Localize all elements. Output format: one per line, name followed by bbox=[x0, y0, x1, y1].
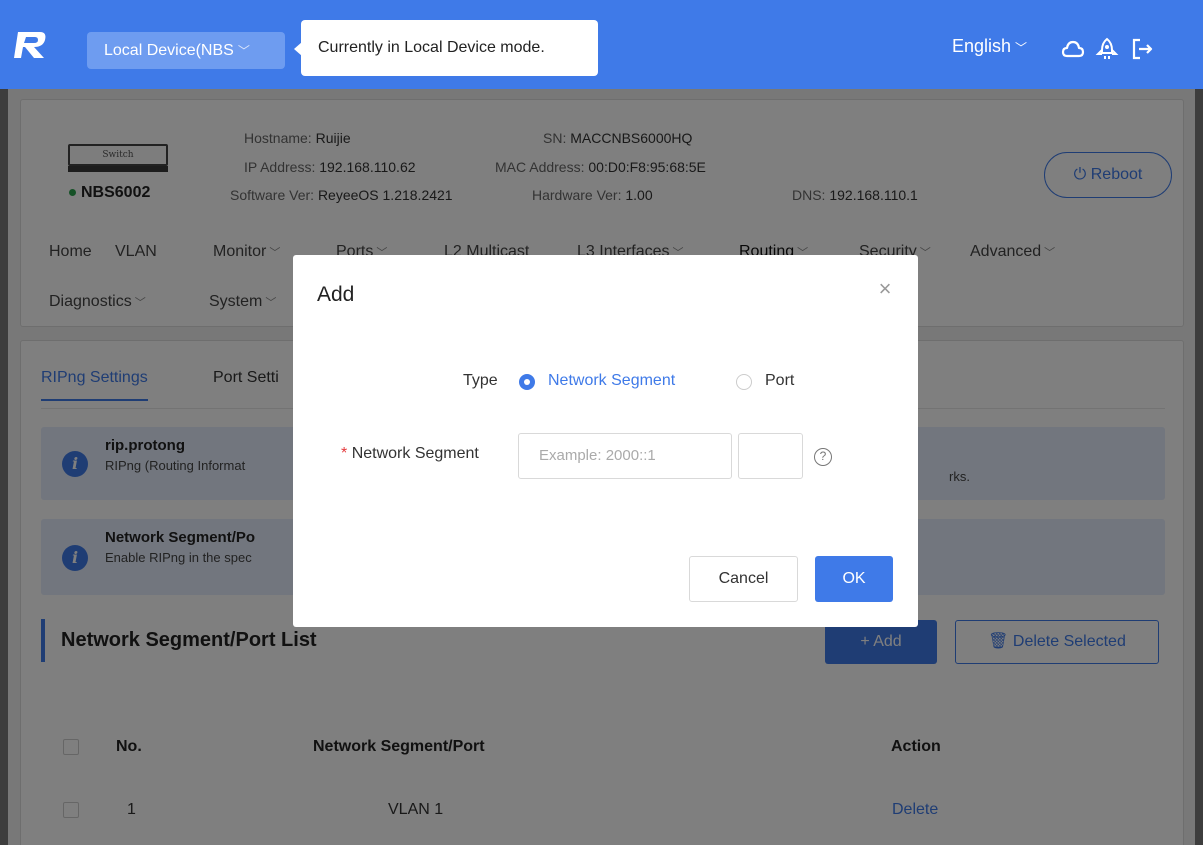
network-segment-input[interactable]: Example: 2000::1 bbox=[518, 433, 732, 479]
mode-tooltip: Currently in Local Device mode. bbox=[294, 20, 598, 76]
rocket-icon[interactable] bbox=[1095, 37, 1119, 61]
prefix-length-input[interactable] bbox=[738, 433, 803, 479]
type-label: Type bbox=[463, 372, 498, 389]
radio-network-segment-label[interactable]: Network Segment bbox=[548, 372, 675, 390]
language-label: English bbox=[952, 36, 1012, 56]
cloud-icon[interactable] bbox=[1061, 37, 1085, 61]
radio-port-label[interactable]: Port bbox=[765, 372, 794, 390]
device-mode-label: Local Device(NBS bbox=[104, 42, 234, 59]
logo-icon bbox=[14, 32, 46, 58]
dialog-title: Add bbox=[317, 283, 355, 306]
cancel-button[interactable]: Cancel bbox=[689, 556, 798, 602]
radio-port[interactable] bbox=[736, 374, 752, 390]
network-segment-label: * Network Segment bbox=[341, 445, 479, 462]
logout-icon[interactable] bbox=[1130, 37, 1154, 61]
close-icon[interactable]: × bbox=[873, 277, 897, 301]
language-select[interactable]: English ﹀ bbox=[952, 36, 1027, 57]
required-mark: * bbox=[341, 445, 348, 462]
help-icon[interactable]: ? bbox=[814, 448, 832, 466]
ok-button[interactable]: OK bbox=[815, 556, 893, 602]
radio-network-segment[interactable] bbox=[519, 374, 535, 390]
chevron-down-icon: ﹀ bbox=[1015, 41, 1028, 55]
top-bar: Local Device(NBS ﹀ Currently in Local Dev… bbox=[0, 0, 1203, 89]
add-dialog: Add × Type Network Segment Port * Networ… bbox=[293, 255, 918, 627]
device-mode-select[interactable]: Local Device(NBS ﹀ bbox=[87, 32, 285, 69]
chevron-down-icon: ﹀ bbox=[237, 44, 250, 58]
